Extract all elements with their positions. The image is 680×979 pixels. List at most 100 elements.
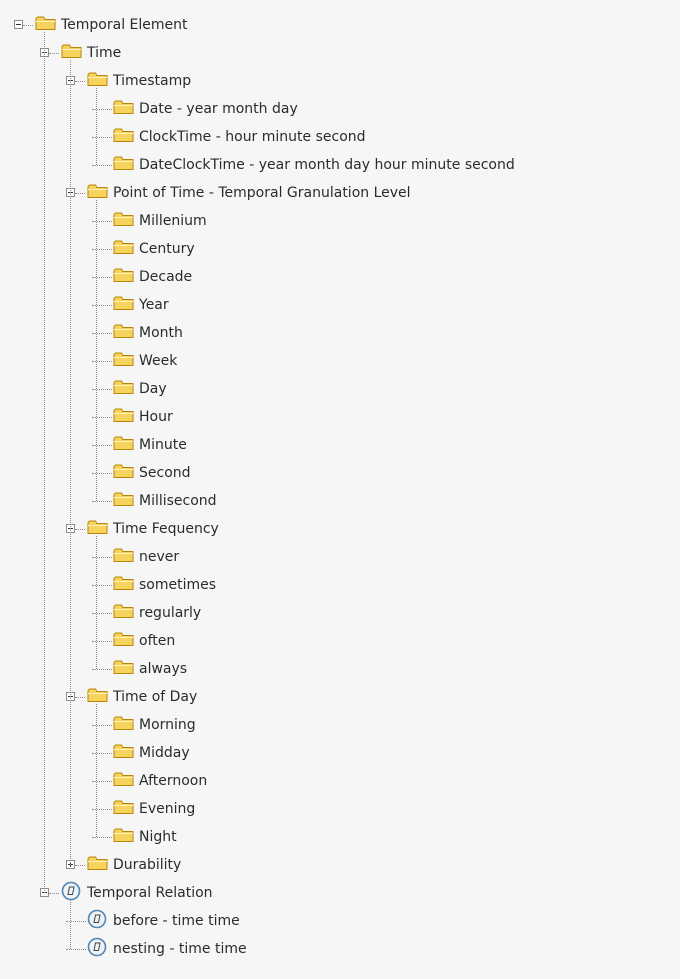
tree-connector [66,921,86,922]
tree-node-durability[interactable]: Durability [0,851,680,879]
tree-node-label: Afternoon [139,773,208,789]
tree-node-before-time-time[interactable]: before - time time [0,907,680,935]
tree-connector [70,60,71,865]
tree-connector [75,865,85,866]
folder-icon [113,603,135,623]
tree-node-label: Morning [139,717,196,733]
folder-icon [113,771,135,791]
tree-node-timestamp[interactable]: Timestamp [0,67,680,95]
tree-node-label: Timestamp [113,73,192,89]
tree-node-label: Decade [139,269,193,285]
tree-connector [92,221,112,222]
tree-connector [92,781,112,782]
folder-icon [113,463,135,483]
folder-icon [35,15,57,35]
tree-node-time[interactable]: Time [0,39,680,67]
folder-icon [113,743,135,763]
tree-connector [75,193,85,194]
tree-node-label: often [139,633,176,649]
folder-icon [113,211,135,231]
folder-icon [61,43,83,63]
folder-icon [113,827,135,847]
tree-node-label: Date - year month day [139,101,298,117]
tree-connector [49,53,59,54]
tree-node-label: Temporal Relation [87,885,213,901]
tree-connector [92,501,112,502]
tree-connector [23,25,33,26]
tree-connector [92,641,112,642]
tree-node-label: Century [139,241,195,257]
folder-icon [87,855,109,875]
tree-node-label: Point of Time - Temporal Granulation Lev… [113,185,411,201]
tree-node-label: Time Fequency [113,521,219,537]
collapse-toggle-icon[interactable] [14,20,23,29]
tree-node-label: nesting - time time [113,941,247,957]
tree-node-label: Time [87,45,122,61]
tree-node-label: Time of Day [113,689,198,705]
tree-connector [92,249,112,250]
tree-connector [96,536,97,669]
tree-node-label: Year [139,297,169,313]
tree-node-label: Evening [139,801,196,817]
folder-icon [87,687,109,707]
tree-connector [92,389,112,390]
tree-connector [96,88,97,165]
tree-connector [92,809,112,810]
tree-node-label: before - time time [113,913,240,929]
folder-icon [113,155,135,175]
tree-node-label: Second [139,465,191,481]
tree-connector [92,137,112,138]
tree-node-label: Durability [113,857,182,873]
tree-connector [92,305,112,306]
tree-connector [96,704,97,837]
tree-node-time-fequency[interactable]: Time Fequency [0,515,680,543]
folder-icon [113,659,135,679]
tree-node-temporal-relation[interactable]: Temporal Relation [0,879,680,907]
tree-connector [92,361,112,362]
folder-icon [113,547,135,567]
tree-connector [92,585,112,586]
folder-icon [113,799,135,819]
tree-connector [75,697,85,698]
tree-connector [75,81,85,82]
tree-connector [70,900,71,949]
tree-node-label: Month [139,325,183,341]
folder-icon [113,267,135,287]
folder-icon [113,715,135,735]
tree-view: Temporal Element Time Timestamp Date - year… [0,0,680,979]
tree-node-label: Hour [139,409,173,425]
folder-icon [113,435,135,455]
tree-connector [92,109,112,110]
tree-node-nesting-time-time[interactable]: nesting - time time [0,935,680,963]
tree-node-label: Millenium [139,213,207,229]
tree-connector [49,893,59,894]
relation-icon [87,937,107,961]
tree-connector [92,445,112,446]
tree-connector [92,725,112,726]
relation-icon [87,909,107,933]
tree-connector [92,417,112,418]
tree-node-time-of-day[interactable]: Time of Day [0,683,680,711]
tree-node-label: Day [139,381,167,397]
relation-icon [61,881,81,905]
folder-icon [113,379,135,399]
tree-node-temporal-element[interactable]: Temporal Element [0,11,680,39]
tree-connector [66,949,86,950]
folder-icon [113,99,135,119]
folder-icon [113,407,135,427]
folder-icon [113,127,135,147]
tree-connector [92,165,112,166]
tree-connector [92,613,112,614]
tree-node-label: Millisecond [139,493,217,509]
tree-node-label: always [139,661,188,677]
tree-node-label: Week [139,353,178,369]
folder-icon [113,631,135,651]
folder-icon [113,575,135,595]
tree-connector [92,277,112,278]
folder-icon [113,323,135,343]
folder-icon [87,71,109,91]
tree-node-label: regularly [139,605,202,621]
tree-node-label: sometimes [139,577,217,593]
tree-connector [75,529,85,530]
tree-node-point-of-time-temporal-granulation-level[interactable]: Point of Time - Temporal Granulation Lev… [0,179,680,207]
